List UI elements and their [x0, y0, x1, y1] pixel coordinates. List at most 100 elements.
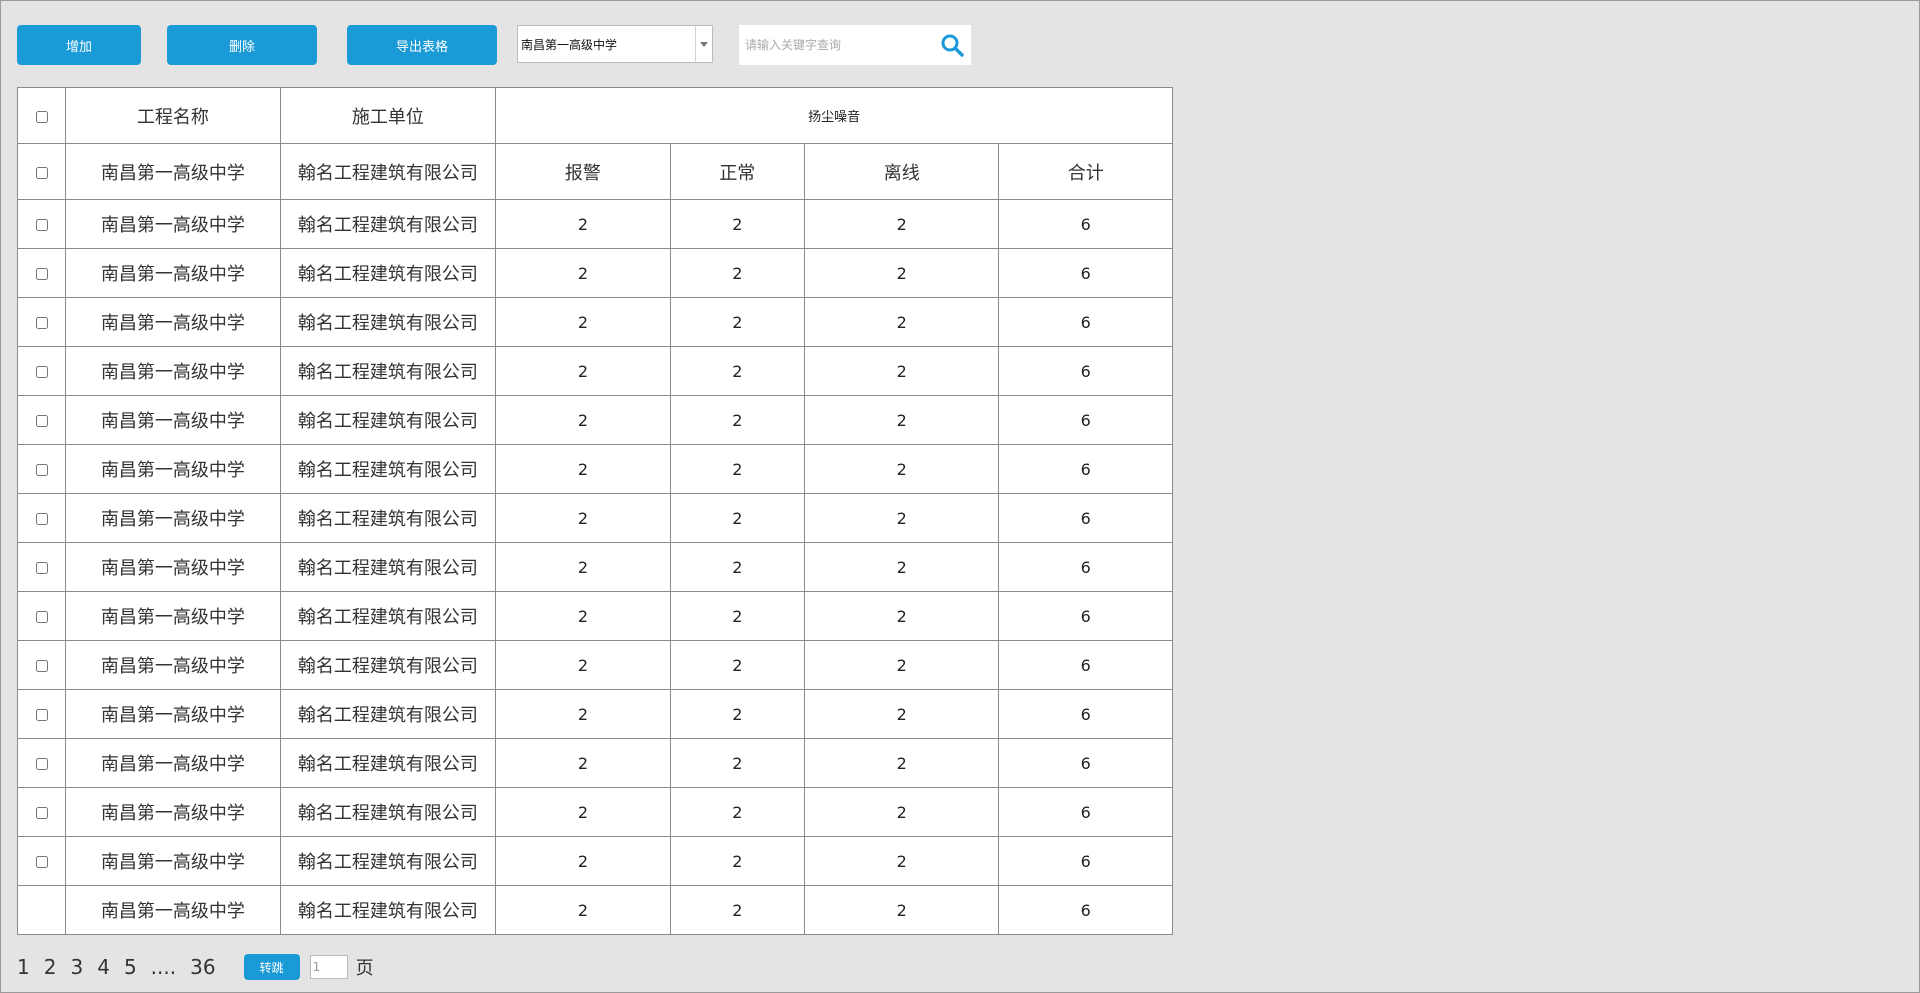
row-checkbox[interactable]: [35, 317, 48, 329]
table-row[interactable]: 南昌第一高级中学 翰名工程建筑有限公司 2 2 2 6: [16, 444, 1173, 494]
cell-offline: 2: [803, 395, 1000, 445]
search-input[interactable]: [743, 29, 937, 61]
table-row[interactable]: 南昌第一高级中学 翰名工程建筑有限公司 2 2 2 6: [16, 689, 1173, 739]
add-button[interactable]: 增加: [17, 25, 141, 65]
delete-button[interactable]: 删除: [167, 25, 317, 65]
cell-total: 6: [998, 248, 1173, 298]
row-checkbox[interactable]: [35, 219, 48, 231]
search-icon[interactable]: [937, 30, 967, 60]
project-select-value: 南昌第一高级中学: [521, 37, 618, 52]
row-checkbox[interactable]: [35, 366, 48, 378]
page-link[interactable]: 1: [17, 955, 30, 979]
select-all-checkbox[interactable]: [35, 110, 48, 123]
project-select[interactable]: 南昌第一高级中学: [517, 25, 713, 63]
cell-offline: 2: [803, 836, 1000, 886]
row-checkbox[interactable]: [35, 513, 48, 525]
cell-alarm: 2: [495, 248, 671, 298]
cell-offline: 2: [803, 248, 1000, 298]
row-checkbox-cell: [16, 787, 67, 837]
cell-project-name: 南昌第一高级中学: [65, 248, 281, 298]
row-checkbox[interactable]: [35, 807, 48, 819]
row-checkbox[interactable]: [35, 758, 48, 770]
cell-project-name: 南昌第一高级中学: [65, 542, 281, 592]
row-checkbox[interactable]: [35, 709, 48, 721]
table-row[interactable]: 南昌第一高级中学 翰名工程建筑有限公司 2 2 2 6: [16, 493, 1173, 543]
page-link[interactable]: 4: [97, 955, 110, 979]
cell-construction-unit: 翰名工程建筑有限公司: [279, 836, 497, 886]
page-link[interactable]: 36: [190, 955, 215, 979]
row-checkbox[interactable]: [35, 611, 48, 623]
cell-construction-unit: 翰名工程建筑有限公司: [279, 444, 497, 494]
row-checkbox-cell: [16, 640, 67, 690]
cell-normal: 2: [669, 493, 805, 543]
cell-total: 6: [998, 493, 1173, 543]
data-table: 工程名称 施工单位 扬尘噪音 南昌第一高级中学 翰名工程建筑有限公司 报警 正常…: [16, 87, 1173, 935]
row-checkbox[interactable]: [35, 464, 48, 476]
cell-offline: 2: [803, 640, 1000, 690]
export-table-button[interactable]: 导出表格: [347, 25, 497, 65]
cell-alarm: 2: [495, 836, 671, 886]
row-checkbox-cell: [16, 395, 67, 445]
cell-offline: 2: [803, 738, 1000, 788]
table-row[interactable]: 南昌第一高级中学 翰名工程建筑有限公司 2 2 2 6: [16, 885, 1173, 935]
table-row[interactable]: 南昌第一高级中学 翰名工程建筑有限公司 2 2 2 6: [16, 297, 1173, 347]
row-checkbox[interactable]: [35, 166, 48, 179]
page-link[interactable]: 2: [44, 955, 57, 979]
cell-total: 6: [998, 297, 1173, 347]
page-link[interactable]: 5: [124, 955, 137, 979]
row-checkbox[interactable]: [35, 562, 48, 574]
cell-project-name: 南昌第一高级中学: [65, 346, 281, 396]
cell-alarm: 2: [495, 199, 671, 249]
page-ellipsis: ....: [150, 955, 177, 979]
cell-construction-unit: 翰名工程建筑有限公司: [279, 297, 497, 347]
dropdown-arrow-icon[interactable]: [695, 26, 712, 62]
cell-construction-unit: 翰名工程建筑有限公司: [279, 199, 497, 249]
cell-construction-unit: 翰名工程建筑有限公司: [279, 738, 497, 788]
cell-project-name: 南昌第一高级中学: [65, 444, 281, 494]
page-link[interactable]: 3: [70, 955, 83, 979]
row-checkbox[interactable]: [35, 856, 48, 868]
cell-project-name: 南昌第一高级中学: [65, 689, 281, 739]
table-row[interactable]: 南昌第一高级中学 翰名工程建筑有限公司 2 2 2 6: [16, 836, 1173, 886]
cell-construction-unit: 翰名工程建筑有限公司: [279, 640, 497, 690]
cell-offline: 2: [803, 444, 1000, 494]
table-row[interactable]: 南昌第一高级中学 翰名工程建筑有限公司 2 2 2 6: [16, 395, 1173, 445]
cell-normal: 2: [669, 787, 805, 837]
row-checkbox[interactable]: [35, 415, 48, 427]
table-row[interactable]: 南昌第一高级中学 翰名工程建筑有限公司 2 2 2 6: [16, 542, 1173, 592]
page-number-input[interactable]: [309, 955, 348, 979]
cell-alarm: 2: [495, 591, 671, 641]
go-to-page-button[interactable]: 转跳: [243, 954, 300, 980]
table-row[interactable]: 南昌第一高级中学 翰名工程建筑有限公司 2 2 2 6: [16, 738, 1173, 788]
row-checkbox[interactable]: [35, 660, 48, 672]
cell-construction-unit: 翰名工程建筑有限公司: [279, 346, 497, 396]
cell-normal: 2: [669, 395, 805, 445]
table-row[interactable]: 南昌第一高级中学 翰名工程建筑有限公司 2 2 2 6: [16, 591, 1173, 641]
toolbar: 增加 删除 导出表格 南昌第一高级中学: [1, 1, 1919, 81]
cell-normal: 2: [669, 444, 805, 494]
row-checkbox[interactable]: [35, 268, 48, 280]
table-row[interactable]: 南昌第一高级中学 翰名工程建筑有限公司 2 2 2 6: [16, 346, 1173, 396]
page-suffix-label: 页: [355, 958, 374, 979]
sub-header-row: 南昌第一高级中学 翰名工程建筑有限公司 报警 正常 离线 合计: [16, 143, 1173, 200]
cell-normal: 2: [669, 297, 805, 347]
cell-project-name: 南昌第一高级中学: [65, 493, 281, 543]
table-row[interactable]: 南昌第一高级中学 翰名工程建筑有限公司 2 2 2 6: [16, 787, 1173, 837]
row-checkbox-cell: [16, 346, 67, 396]
cell-project-name: 南昌第一高级中学: [65, 885, 281, 935]
row-checkbox-cell: [16, 885, 67, 935]
cell-normal: 2: [669, 836, 805, 886]
cell-alarm: 2: [495, 542, 671, 592]
cell-total: 6: [998, 885, 1173, 935]
table-row[interactable]: 南昌第一高级中学 翰名工程建筑有限公司 2 2 2 6: [16, 199, 1173, 249]
cell-total: 6: [998, 542, 1173, 592]
cell-offline: 2: [803, 346, 1000, 396]
select-all-cell: [16, 87, 67, 144]
table-row[interactable]: 南昌第一高级中学 翰名工程建筑有限公司 2 2 2 6: [16, 640, 1173, 690]
row-checkbox-cell: [16, 199, 67, 249]
cell-alarm: 2: [495, 493, 671, 543]
table-row[interactable]: 南昌第一高级中学 翰名工程建筑有限公司 2 2 2 6: [16, 248, 1173, 298]
cell-construction-unit: 翰名工程建筑有限公司: [279, 885, 497, 935]
header-row: 工程名称 施工单位 扬尘噪音: [16, 87, 1173, 144]
cell-alarm: 2: [495, 395, 671, 445]
